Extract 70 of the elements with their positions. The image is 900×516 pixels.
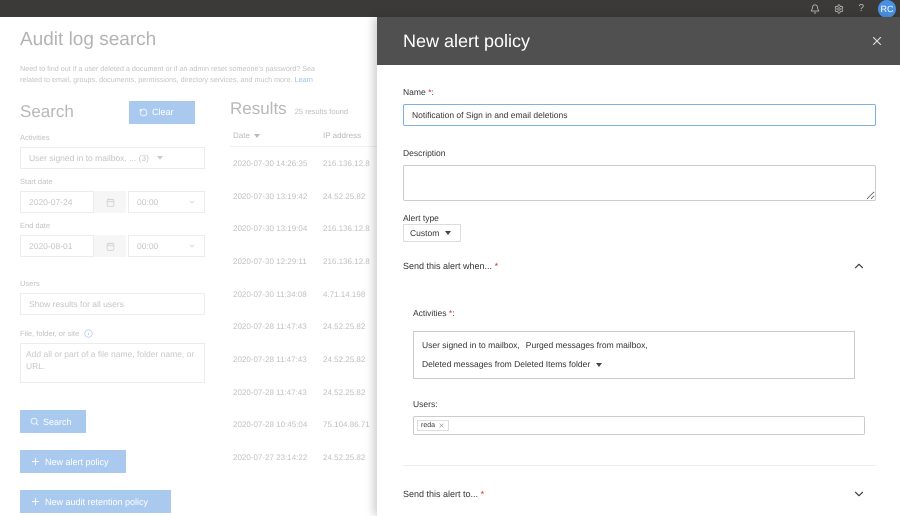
table-cell: 24.52.25.82 xyxy=(323,453,366,462)
calendar-icon xyxy=(106,198,114,206)
activities-dropdown[interactable]: User signed in to mailbox, Purged messages from mailbox, Deleted messages from Deleted Items folder xyxy=(413,331,855,379)
clear-button[interactable]: Clear xyxy=(129,100,195,124)
field-label: Alert type xyxy=(403,213,440,223)
plus-icon xyxy=(30,496,41,507)
plus-icon xyxy=(30,456,41,467)
field-label: Name *: xyxy=(403,87,435,97)
table-cell: 216.136.12.8 xyxy=(323,158,370,168)
table-cell-text: 2020-07-30 12:29:11 xyxy=(232,256,308,266)
section-header[interactable]: Send this alert when... * xyxy=(403,252,876,280)
user-avatar[interactable]: RC xyxy=(878,0,896,18)
calendar-button[interactable] xyxy=(94,235,126,257)
chevron-icon xyxy=(188,198,196,206)
caret-icon xyxy=(596,362,602,366)
alert-type-dropdown[interactable]: Custom xyxy=(403,224,461,242)
undo-icon xyxy=(139,108,148,116)
required-mark: * xyxy=(448,308,452,318)
table-cell-text: 2020-07-27 23:14:22 xyxy=(232,453,308,462)
table-cell-text: 2020-07-30 13:19:42 xyxy=(232,192,308,201)
table-cell: 75.104.86.71 xyxy=(323,420,370,430)
table-cell: 216.136.12.8 xyxy=(323,224,370,234)
description-field[interactable] xyxy=(403,165,876,201)
help-button[interactable]: ? xyxy=(858,3,864,14)
search-icon xyxy=(30,417,39,426)
table-cell: 24.52.25.82 xyxy=(323,354,366,364)
new-retention-policy-button[interactable]: New audit retention policy xyxy=(20,490,171,513)
time-dropdown[interactable]: 00:00 xyxy=(128,235,205,257)
results-heading: Results xyxy=(230,99,287,119)
column-header[interactable]: IP address xyxy=(323,131,362,140)
column-header[interactable]: Date xyxy=(233,131,250,140)
field-label: Description xyxy=(403,148,447,158)
close-icon[interactable] xyxy=(870,34,884,48)
info-icon[interactable] xyxy=(84,329,94,338)
calendar-icon xyxy=(106,242,114,250)
chevron-icon xyxy=(188,242,196,250)
remove-icon[interactable] xyxy=(438,422,446,429)
users-field[interactable]: Show results for all users xyxy=(20,293,205,315)
table-cell: 216.136.12.8 xyxy=(323,256,370,266)
table-cell-text: 2020-07-30 13:19:04 xyxy=(232,224,308,234)
name-field[interactable]: Notification of Sign in and email deletions xyxy=(403,104,876,126)
field-label: Activities *: xyxy=(413,308,456,318)
activities-dropdown[interactable]: User signed in to mailbox, ... (3) xyxy=(20,147,205,169)
table-cell: 24.52.25.82 xyxy=(323,388,366,397)
settings-icon[interactable] xyxy=(834,4,844,14)
table-cell-text: 2020-07-28 11:47:43 xyxy=(232,354,308,364)
table-cell: 24.52.25.82 xyxy=(323,192,366,201)
table-cell-text: 2020-07-30 14:26:35 xyxy=(232,158,308,168)
time-dropdown[interactable]: 00:00 xyxy=(128,191,205,213)
table-cell: 24.52.25.82 xyxy=(323,322,366,332)
search-heading: Search xyxy=(20,102,74,122)
caret-icon xyxy=(254,134,260,138)
table-cell-text: 2020-07-28 11:47:43 xyxy=(232,322,308,332)
required-mark: * xyxy=(428,87,432,97)
caret-icon xyxy=(157,156,163,160)
field-label: Users: xyxy=(413,399,439,409)
caret-icon xyxy=(445,231,452,235)
bell-icon[interactable] xyxy=(810,4,820,14)
section-header[interactable]: Send this alert to... * xyxy=(403,480,876,508)
panel-title: New alert policy xyxy=(403,30,530,52)
page-title: Audit log search xyxy=(20,29,158,51)
date-field[interactable]: 2020-07-24 xyxy=(20,191,94,213)
table-cell-text: 2020-07-28 10:45:04 xyxy=(232,420,308,430)
table-cell-text: 2020-07-30 11:34:08 xyxy=(232,290,308,299)
date-field[interactable]: 2020-08-01 xyxy=(20,235,94,257)
calendar-button[interactable] xyxy=(94,191,126,213)
table-cell: 4.71.14.198 xyxy=(323,290,366,299)
search-button[interactable]: Search xyxy=(20,410,86,433)
new-alert-policy-button[interactable]: New alert policy xyxy=(20,450,126,473)
table-cell-text: 2020-07-28 11:47:43 xyxy=(232,388,308,397)
